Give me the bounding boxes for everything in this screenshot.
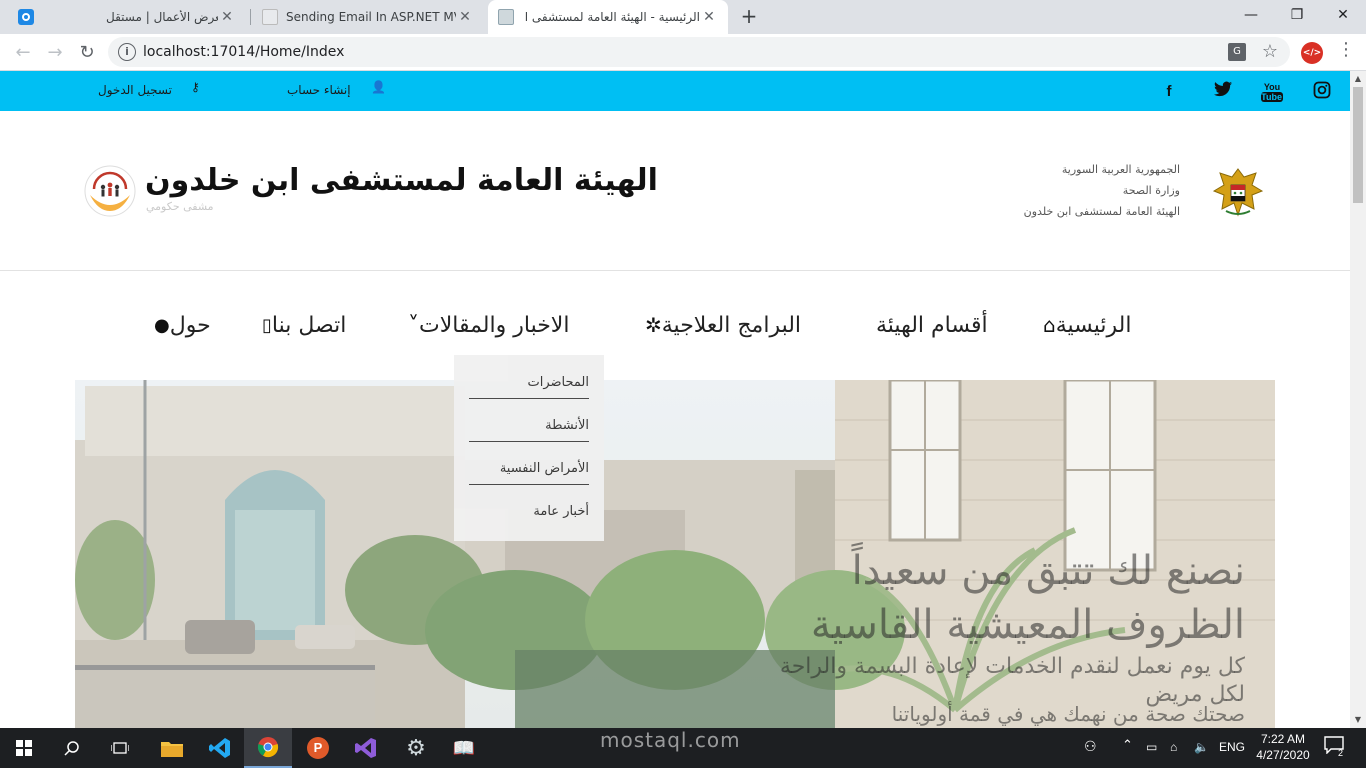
postman-icon[interactable]: P [294,728,342,768]
tab-active-home[interactable]: الرئيسية - الهيئة العامة لمستشفى ا ✕ [488,0,728,34]
site-subtitle: مشفى حكومي [146,200,214,213]
page-favicon-icon [498,9,514,25]
close-window-button[interactable]: ✕ [1320,0,1366,30]
phone-icon: ▯ [262,314,272,336]
youtube-icon[interactable]: You Tube [1261,81,1283,103]
home-icon: ⌂ [1043,313,1056,337]
maximize-button[interactable]: ❐ [1274,0,1320,30]
nav-label: البرامج العلاجية [661,312,802,338]
nav-item-about[interactable]: حول ● [152,299,211,351]
main-navigation: الرئيسية ⌂ أقسام الهيئة البرامج العلاجية… [0,299,1350,351]
scroll-up-arrow-icon[interactable]: ▲ [1350,71,1366,87]
add-user-icon: 👤 [371,80,386,94]
settings-gear-icon[interactable]: ⚙ [392,728,440,768]
info-icon[interactable]: i [118,43,136,61]
watermark-text: mostaql.com [600,728,741,752]
dropdown-item-lectures[interactable]: المحاضرات [469,371,589,399]
hero-body-line: كل يوم نعمل لنقدم الخدمات لإعادة البسمة … [779,654,1245,679]
nav-label: الرئيسية [1055,312,1132,338]
mostaql-app-icon[interactable] [18,9,34,25]
forward-arrow-icon[interactable]: → [42,40,68,66]
star-burst-icon: ✲ [645,313,662,337]
facebook-icon[interactable]: f [1158,81,1180,103]
minimize-button[interactable]: — [1228,0,1274,30]
address-bar[interactable]: i localhost:17014/Home/Index G ☆ [108,37,1290,67]
dropdown-item-activities[interactable]: الأنشطة [469,414,589,442]
dropdown-item-mental-illness[interactable]: الأمراض النفسية [469,457,589,485]
url-text[interactable]: localhost:17014/Home/Index [143,44,344,60]
task-view-icon[interactable] [96,728,144,768]
clock-time[interactable]: 7:22 AM [1258,732,1308,746]
search-icon[interactable] [48,728,96,768]
chrome-icon[interactable] [244,728,292,768]
new-tab-button[interactable]: + [738,6,760,28]
tab-sending-email[interactable]: Sending Email In ASP.NET MVC ✕ [252,0,484,34]
twitter-icon[interactable] [1212,81,1234,103]
hero-headline: نصنع لك تتبق من سعيداً [851,548,1245,594]
close-icon[interactable]: ✕ [456,9,474,25]
syria-emblem-icon [1212,168,1264,217]
language-indicator[interactable]: ENG [1219,740,1245,754]
book-reader-icon[interactable]: 📖 [440,728,488,768]
extension-icon[interactable]: </> [1301,42,1323,64]
battery-icon[interactable]: ▭ [1146,740,1157,754]
close-icon[interactable]: ✕ [700,9,718,25]
people-icon[interactable]: ⚇ [1084,738,1097,755]
top-bar: تسجيل الدخول ⚷ إنشاء حساب 👤 f You Tube [0,71,1350,111]
nav-item-departments[interactable]: أقسام الهيئة [876,299,988,351]
tab-title: الرئيسية - الهيئة العامة لمستشفى ا [524,10,700,24]
nav-label: الاخبار والمقالات [419,312,570,338]
visual-studio-icon[interactable] [342,728,390,768]
scrollbar-thumb[interactable] [1353,87,1363,203]
key-icon: ⚷ [191,80,200,94]
browser-toolbar: ← → ↻ i localhost:17014/Home/Index G ☆ <… [0,34,1366,71]
instagram-icon[interactable] [1311,81,1333,103]
nav-label: اتصل بنا [271,312,347,338]
site-title: الهيئة العامة لمستشفى ابن خلدون [145,163,658,198]
nav-item-contact[interactable]: اتصل بنا ▯ [260,299,346,351]
nav-item-programs[interactable]: البرامج العلاجية ✲ [643,299,801,351]
reload-icon[interactable]: ↻ [74,40,100,66]
file-explorer-icon[interactable] [148,728,196,768]
browser-tab-strip: معرض الأعمال | مستقل ✕ Sending Email In … [0,0,1366,34]
news-dropdown-menu: المحاضرات الأنشطة الأمراض النفسية أخبار … [454,355,604,541]
page-scrollbar[interactable]: ▲ ▼ [1350,71,1366,728]
bookmark-star-icon[interactable]: ☆ [1262,41,1278,62]
ministry-line-ministry: وزارة الصحة [1122,184,1180,197]
nav-label: حول [169,312,211,338]
browser-menu-icon[interactable]: ⋮ [1336,39,1356,65]
back-arrow-icon[interactable]: ← [10,40,36,66]
dropdown-item-general-news[interactable]: أخبار عامة [469,500,589,528]
nav-item-home[interactable]: الرئيسية ⌂ [1041,299,1131,351]
register-link[interactable]: إنشاء حساب [287,83,351,97]
network-icon[interactable]: ⌂ [1170,740,1177,754]
vscode-icon[interactable] [196,728,244,768]
clock-date[interactable]: 4/27/2020 [1252,748,1314,762]
windows-start-icon[interactable] [0,728,48,768]
hospital-logo[interactable] [84,165,136,217]
volume-icon[interactable]: 🔈 [1194,740,1209,754]
hero-headline-2: الظروف المعيشية القاسية [810,602,1245,648]
hero-body-line: صحتك صحة من نهمك هي في قمة أولوياتنا [891,702,1245,726]
ministry-line-country: الجمهورية العربية السورية [1061,163,1180,176]
hero-slider[interactable]: نصنع لك تتبق من سعيداً الظروف المعيشية ا… [75,380,1275,728]
chevron-up-icon[interactable]: ⌃ [1122,737,1133,753]
close-icon[interactable]: ✕ [218,9,236,25]
user-icon: ● [154,314,170,336]
ministry-line-hospital: الهيئة العامة لمستشفى ابن خلدون [1023,205,1180,218]
page-viewport: تسجيل الدخول ⚷ إنشاء حساب 👤 f You Tube ا… [0,71,1350,728]
tab-title: معرض الأعمال | مستقل [106,10,218,24]
tab-title: Sending Email In ASP.NET MVC [286,10,456,24]
site-header: الجمهورية العربية السورية وزارة الصحة ال… [0,111,1350,271]
tab-separator [250,9,251,25]
nav-label: أقسام الهيئة [876,312,988,338]
login-link[interactable]: تسجيل الدخول [98,83,172,97]
tab-mostaql[interactable]: معرض الأعمال | مستقل ✕ [96,0,246,34]
chevron-down-icon: ˅ [408,312,419,338]
translate-icon[interactable]: G [1228,43,1246,61]
nav-item-news[interactable]: الاخبار والمقالات ˅ [406,299,569,351]
page-favicon-icon [262,9,278,25]
notification-count: 2 [1338,748,1344,758]
scroll-down-arrow-icon[interactable]: ▼ [1350,712,1366,728]
